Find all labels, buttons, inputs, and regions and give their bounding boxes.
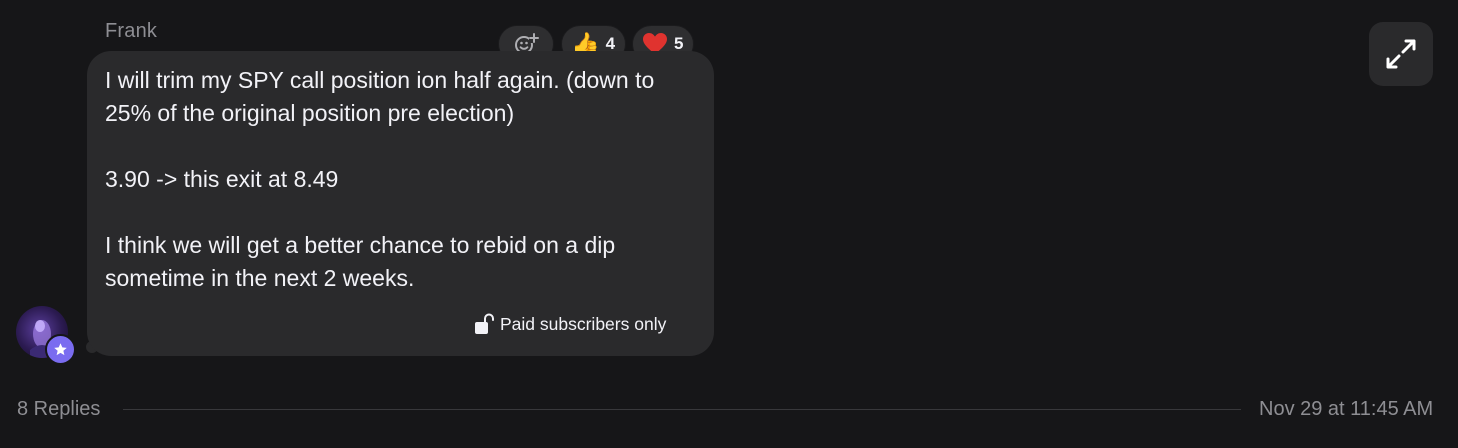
message-line-5: sometime in the next 2 weeks. xyxy=(105,265,415,291)
paid-subscribers-label: Paid subscribers only xyxy=(474,313,666,335)
message-line-4: I think we will get a better chance to r… xyxy=(105,232,616,258)
expand-button[interactable] xyxy=(1369,22,1433,86)
message-line-3: 3.90 -> this exit at 8.49 xyxy=(105,166,339,192)
message-thread: Frank 👍 4 5 I will trim my SPY call posi… xyxy=(0,0,1458,448)
author-name[interactable]: Frank xyxy=(105,20,157,43)
message-line-1: I will trim my SPY call position ion hal… xyxy=(105,67,655,93)
replies-link[interactable]: 8 Replies xyxy=(17,398,100,421)
message-line-2: 25% of the original position pre electio… xyxy=(105,100,515,126)
divider xyxy=(123,409,1241,410)
expand-arrows-icon xyxy=(1386,39,1416,69)
message-bubble[interactable] xyxy=(87,51,714,356)
paywall-text: Paid subscribers only xyxy=(500,313,667,334)
star-badge-icon xyxy=(45,334,76,365)
unlocked-padlock-icon xyxy=(475,313,494,334)
message-timestamp: Nov 29 at 11:45 AM xyxy=(1259,398,1434,420)
